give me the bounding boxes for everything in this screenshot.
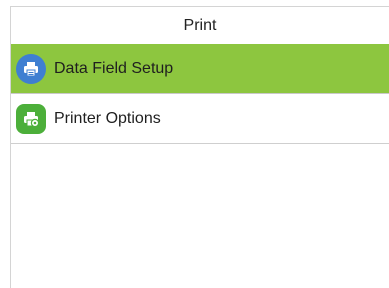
printer-icon: [16, 53, 46, 84]
menu-item-printer-options[interactable]: Printer Options: [11, 94, 389, 144]
menu-item-label: Printer Options: [54, 109, 161, 127]
page-title: Print: [11, 7, 389, 44]
menu-item-label: Data Field Setup: [54, 59, 174, 77]
print-screen: Print Data Field Setup Printer Options: [10, 6, 389, 288]
menu-item-data-field-setup[interactable]: Data Field Setup: [11, 44, 389, 94]
printer-settings-icon: [16, 103, 46, 134]
